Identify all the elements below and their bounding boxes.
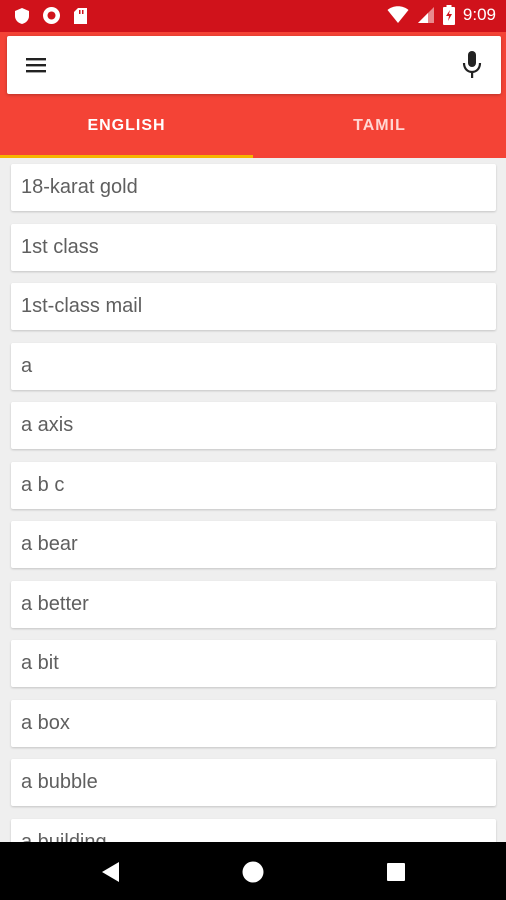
signal-icon — [417, 7, 434, 23]
list-item[interactable]: a bear — [11, 521, 496, 568]
list-item[interactable]: 1st-class mail — [11, 283, 496, 330]
list-item-label: 1st-class mail — [21, 295, 143, 317]
list-item-label: a b c — [21, 474, 65, 496]
list-item-label: a box — [21, 712, 70, 734]
shield-icon — [15, 7, 29, 24]
tab-english[interactable]: ENGLISH — [0, 94, 253, 158]
list-item-label: a better — [21, 593, 89, 615]
home-icon[interactable] — [240, 859, 266, 885]
word-list[interactable]: 18-karat gold 1st class 1st-class mail a… — [0, 158, 506, 842]
list-item[interactable]: a bubble — [11, 759, 496, 806]
list-item[interactable]: a — [11, 343, 496, 390]
list-item-label: a bear — [21, 533, 78, 555]
wifi-icon — [387, 6, 409, 23]
list-item-label: a axis — [21, 414, 74, 436]
list-item[interactable]: a box — [11, 700, 496, 747]
status-bar: 9:09 — [0, 0, 506, 32]
tab-tamil[interactable]: TAMIL — [253, 94, 506, 158]
language-tabs: ENGLISH TAMIL — [0, 94, 506, 158]
list-item-label: a — [21, 355, 33, 377]
record-icon — [43, 7, 60, 24]
battery-icon — [442, 5, 455, 25]
list-item-label: a building — [21, 831, 107, 842]
list-item-label: 18-karat gold — [21, 176, 138, 198]
list-item[interactable]: a b c — [11, 462, 496, 509]
back-icon[interactable] — [98, 859, 124, 885]
app-header: ENGLISH TAMIL — [0, 32, 506, 158]
list-item-label: 1st class — [21, 236, 99, 258]
tab-english-label: ENGLISH — [87, 117, 166, 134]
search-bar[interactable] — [7, 36, 501, 94]
list-item[interactable]: a better — [11, 581, 496, 628]
list-item[interactable]: a bit — [11, 640, 496, 687]
menu-icon[interactable] — [25, 54, 47, 76]
mic-icon[interactable] — [461, 50, 483, 80]
list-item[interactable]: 18-karat gold — [11, 164, 496, 211]
recents-icon[interactable] — [383, 859, 409, 885]
list-item-label: a bit — [21, 652, 59, 674]
clock-time: 9:09 — [462, 5, 496, 24]
navigation-bar — [0, 842, 506, 900]
list-item[interactable]: a axis — [11, 402, 496, 449]
list-item[interactable]: a building — [11, 819, 496, 842]
sd-card-icon — [74, 7, 87, 24]
tab-tamil-label: TAMIL — [353, 117, 406, 134]
list-item[interactable]: 1st class — [11, 224, 496, 271]
list-item-label: a bubble — [21, 771, 98, 793]
